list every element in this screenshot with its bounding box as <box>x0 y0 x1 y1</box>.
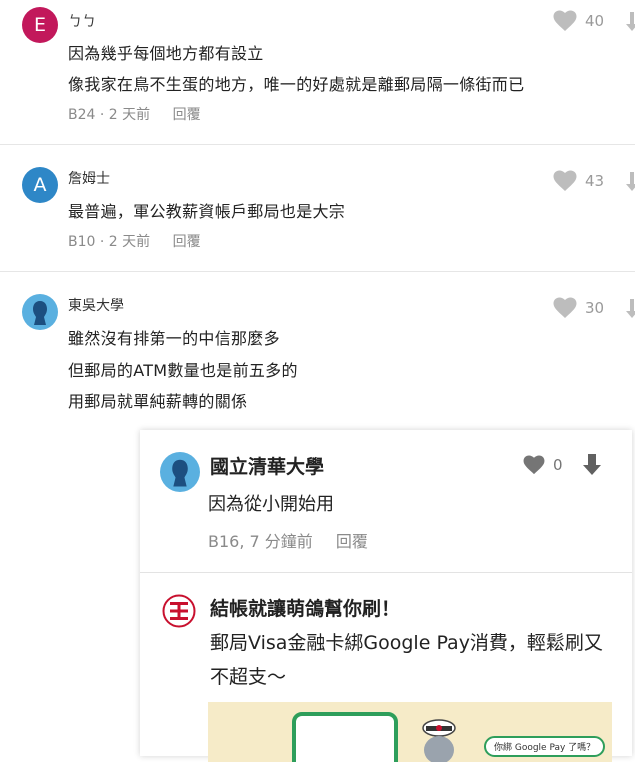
comment-text-line: 但郵局的ATM數量也是前五多的 <box>68 361 298 380</box>
comment-author[interactable]: ㄅㄅ <box>68 11 96 31</box>
comment-meta: B10 · 2 天前 回覆 <box>68 231 201 251</box>
phone-illustration <box>292 712 398 762</box>
like-button[interactable]: 0 <box>523 455 563 475</box>
comment-author[interactable]: 詹姆士 <box>68 168 110 188</box>
comment-time: 2 天前 <box>108 107 151 123</box>
comment-text-line: 最普遍，軍公教薪資帳戶郵局也是大宗 <box>68 202 346 221</box>
pigeon-mascot-icon <box>422 719 456 762</box>
person-silhouette-icon <box>33 301 47 325</box>
heart-icon <box>553 10 577 31</box>
comment-author[interactable]: 東吳大學 <box>68 295 124 315</box>
comment-author[interactable]: 國立清華大學 <box>210 452 324 479</box>
like-count: 40 <box>585 12 605 30</box>
avatar[interactable]: A <box>22 167 58 203</box>
comment-meta: B16, 7 分鐘前 回覆 <box>208 528 368 552</box>
like-count: 0 <box>553 456 563 474</box>
like-button[interactable]: 40 <box>553 10 604 32</box>
downvote-icon[interactable] <box>583 454 601 476</box>
comment-text-line: 用郵局就單純薪轉的關係 <box>68 392 248 411</box>
comment-text-line: 因為從小開始用 <box>208 494 334 515</box>
comment-meta: B24 · 2 天前 回覆 <box>68 104 201 124</box>
reply-button[interactable]: 回覆 <box>173 234 201 250</box>
comment-text-line: 像我家在鳥不生蛋的地方，唯一的好處就是離郵局隔一條街而已 <box>68 75 525 94</box>
divider <box>0 271 635 272</box>
overlay-card: 國立清華大學 因為從小開始用 B16, 7 分鐘前 回覆 0 結帳就讓萌鴿幫你刷… <box>140 430 632 762</box>
like-button[interactable]: 30 <box>553 297 604 319</box>
person-silhouette-icon <box>172 459 188 487</box>
downvote-icon[interactable] <box>626 12 635 32</box>
downvote-icon[interactable] <box>626 172 635 192</box>
heart-icon <box>523 455 545 475</box>
comment-floor-time: B16, 7 分鐘前 <box>208 532 313 551</box>
avatar[interactable]: E <box>22 7 58 43</box>
comment-time: 2 天前 <box>108 234 151 250</box>
avatar[interactable] <box>22 294 58 330</box>
meta-dot: · <box>99 234 109 250</box>
ad-title[interactable]: 結帳就讓萌鴿幫你刷！ <box>210 594 400 621</box>
meta-dot: · <box>99 107 109 123</box>
heart-icon <box>553 297 577 318</box>
comment-text-line: 雖然沒有排第一的中信那麼多 <box>68 329 280 348</box>
like-count: 30 <box>585 299 605 317</box>
like-button[interactable]: 43 <box>553 170 604 192</box>
avatar[interactable] <box>160 452 200 492</box>
reply-button[interactable]: 回覆 <box>336 532 368 551</box>
reply-button[interactable]: 回覆 <box>173 107 201 123</box>
heart-icon <box>553 170 577 191</box>
ad-body: 郵局Visa金融卡綁Google Pay消費，輕鬆刷又不超支～ <box>210 632 603 688</box>
comment-floor: B24 <box>68 107 96 123</box>
divider <box>0 144 635 145</box>
ad-banner-image[interactable]: 你綁 Google Pay 了嗎？ <box>208 702 612 762</box>
like-count: 43 <box>585 172 605 190</box>
divider <box>140 572 632 573</box>
ad-banner-badge: 你綁 Google Pay 了嗎？ <box>484 736 606 757</box>
post-office-logo-icon <box>162 594 196 628</box>
comment-floor: B10 <box>68 234 96 250</box>
comment-text-line: 因為幾乎每個地方都有設立 <box>68 44 264 63</box>
downvote-icon[interactable] <box>626 299 635 319</box>
